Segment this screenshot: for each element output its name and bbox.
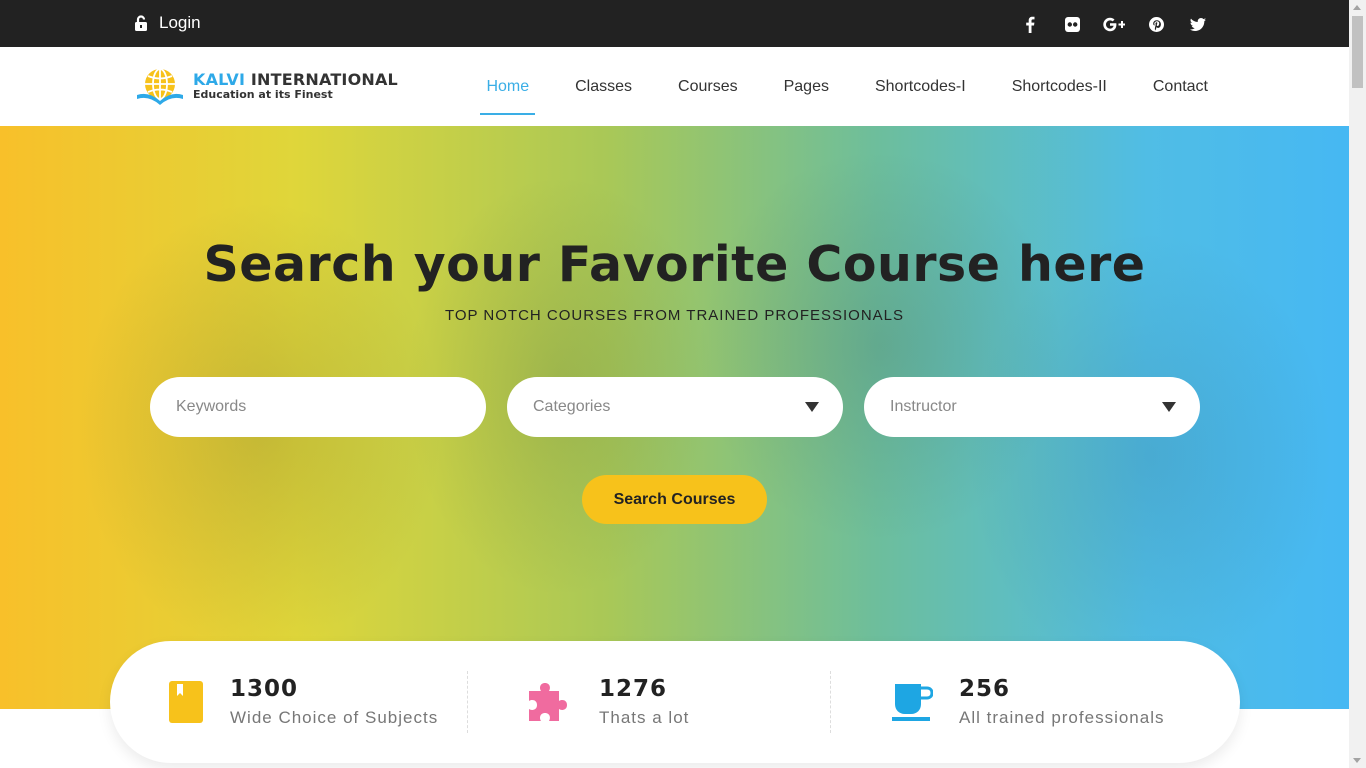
stat-number: 1300	[230, 676, 299, 702]
nav-item-contact[interactable]: Contact	[1147, 70, 1214, 104]
social-links	[999, 13, 1209, 35]
flickr-icon[interactable]	[1061, 13, 1083, 35]
scroll-up-arrow-icon[interactable]	[1353, 5, 1361, 10]
puzzle-icon	[529, 683, 567, 721]
brand-tagline: Education at its Finest	[193, 88, 333, 101]
stat-number: 256	[959, 676, 1011, 702]
stat-subjects: 1300 Wide Choice of Subjects	[168, 641, 438, 763]
google-plus-icon[interactable]	[1103, 13, 1125, 35]
keywords-field[interactable]	[150, 377, 486, 437]
facebook-icon[interactable]	[1019, 13, 1041, 35]
login-label[interactable]: Login	[159, 13, 201, 33]
instructor-select-label: Instructor	[890, 398, 957, 415]
scrollbar-thumb[interactable]	[1352, 16, 1363, 88]
unlock-icon	[135, 14, 147, 31]
stat-label: All trained professionals	[959, 708, 1165, 727]
categories-select[interactable]: Categories	[507, 377, 843, 437]
login-link[interactable]: Login	[134, 13, 201, 33]
site-header: KALVI INTERNATIONAL Education at its Fin…	[0, 47, 1349, 126]
stat-number: 1276	[599, 676, 668, 702]
nav-item-home[interactable]: Home	[480, 70, 535, 115]
nav-item-shortcodes-1[interactable]: Shortcodes-I	[869, 70, 972, 104]
caret-down-icon	[1162, 402, 1176, 412]
stat-lot: 1276 Thats a lot	[527, 641, 689, 763]
book-icon	[169, 681, 203, 723]
stat-label: Wide Choice of Subjects	[230, 708, 439, 727]
stats-divider	[467, 671, 468, 733]
nav-item-shortcodes-2[interactable]: Shortcodes-II	[1006, 70, 1113, 104]
hero-title: Search your Favorite Course here	[203, 236, 1146, 293]
nav-item-pages[interactable]: Pages	[778, 70, 835, 104]
top-bar: Login	[0, 0, 1349, 47]
stat-professionals: 256 All trained professionals	[891, 641, 1164, 763]
page-scrollbar[interactable]	[1349, 0, 1366, 768]
pinterest-icon[interactable]	[1145, 13, 1167, 35]
coffee-cup-icon	[892, 684, 933, 721]
twitter-icon[interactable]	[1187, 13, 1209, 35]
categories-select-label: Categories	[533, 398, 611, 415]
scroll-down-arrow-icon[interactable]	[1353, 758, 1361, 763]
hero-subtitle: TOP NOTCH COURSES FROM TRAINED PROFESSIO…	[444, 307, 905, 324]
site-logo[interactable]: KALVI INTERNATIONAL Education at its Fin…	[135, 65, 398, 107]
main-nav: Home Classes Courses Pages Shortcodes-I …	[446, 47, 1214, 126]
brand-name: KALVI INTERNATIONAL	[193, 70, 398, 89]
keywords-input[interactable]	[176, 398, 460, 416]
globe-book-logo-icon	[137, 68, 183, 105]
stats-divider	[830, 671, 831, 733]
caret-down-icon	[805, 402, 819, 412]
nav-item-classes[interactable]: Classes	[569, 70, 638, 104]
stats-card: 1300 Wide Choice of Subjects 1276 Thats …	[110, 641, 1240, 763]
instructor-select[interactable]: Instructor	[864, 377, 1200, 437]
search-courses-button[interactable]: Search Courses	[582, 475, 767, 524]
nav-item-courses[interactable]: Courses	[672, 70, 744, 104]
hero-section: Search your Favorite Course here TOP NOT…	[0, 126, 1349, 709]
stat-label: Thats a lot	[599, 708, 690, 727]
